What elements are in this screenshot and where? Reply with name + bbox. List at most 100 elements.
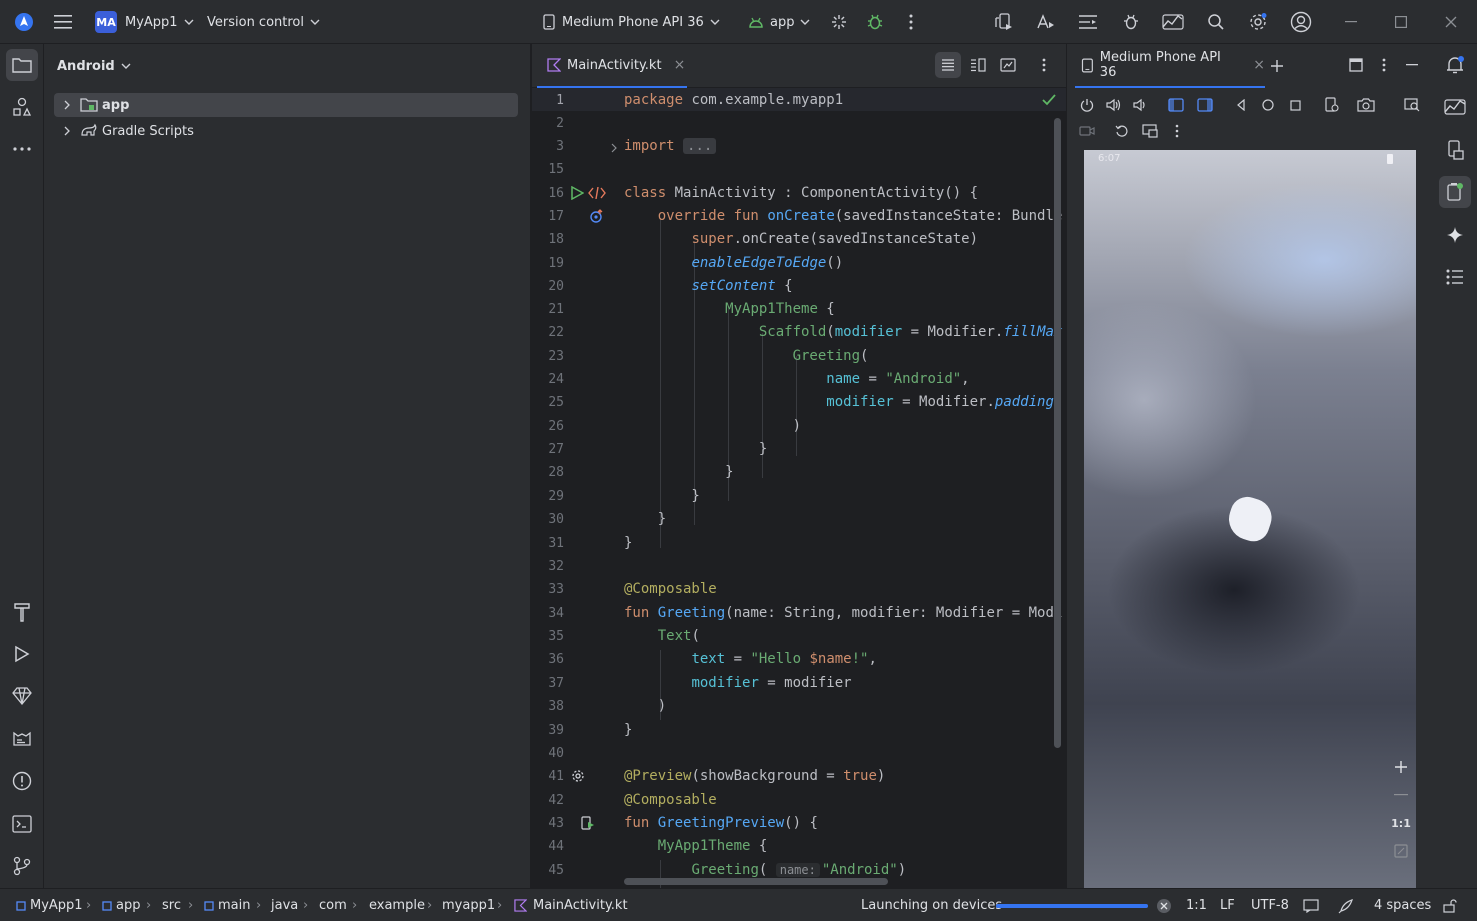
zoom-out-button[interactable] <box>1388 782 1414 808</box>
zoom-fit-button[interactable] <box>1388 838 1414 864</box>
code-editor[interactable]: 1 package com.example.myapp1 2 3 import … <box>532 88 1066 888</box>
rotate-left-button[interactable] <box>1164 93 1188 117</box>
run-gutter-icon[interactable] <box>570 186 584 200</box>
project-view-selector[interactable]: Android <box>57 56 131 76</box>
back-button[interactable] <box>1229 93 1253 117</box>
translate-icon[interactable] <box>1032 8 1060 36</box>
code-view-button[interactable] <box>935 52 961 78</box>
more-vertical-icon[interactable] <box>897 8 925 36</box>
run-config-selector[interactable]: app <box>748 0 810 44</box>
editor-horizontal-scrollbar[interactable] <box>624 878 888 885</box>
rotate-right-button[interactable] <box>1193 93 1217 117</box>
maximize-icon[interactable] <box>1387 8 1415 36</box>
tree-item-app[interactable]: app <box>54 93 518 117</box>
gemini-status-button[interactable] <box>1338 889 1354 921</box>
cancel-task-button[interactable] <box>1156 889 1172 921</box>
project-selector[interactable]: MA MyApp1 <box>95 0 194 44</box>
device-more-button[interactable] <box>1165 119 1189 143</box>
window-layout-button[interactable] <box>1344 53 1368 77</box>
structure-list-button[interactable] <box>1439 261 1471 293</box>
deploy-preview-icon[interactable] <box>581 816 595 830</box>
app-inspection-button[interactable] <box>1439 91 1471 123</box>
split-view-button[interactable] <box>965 52 991 78</box>
app-quality-tool-button[interactable] <box>6 680 38 712</box>
code-tag-icon[interactable] <box>588 187 606 199</box>
more-tools-button[interactable] <box>6 133 38 165</box>
close-tab-icon[interactable]: × <box>674 57 686 73</box>
debug-bug-icon[interactable] <box>861 8 889 36</box>
panel-more-button[interactable] <box>1372 53 1396 77</box>
app-logo[interactable] <box>10 0 38 44</box>
extended-controls-button[interactable] <box>1138 119 1162 143</box>
vcs-selector[interactable]: Version control <box>207 0 320 44</box>
power-button[interactable] <box>1075 93 1099 117</box>
tab-mainactivity[interactable]: MainActivity.kt × <box>537 44 687 88</box>
minimize-icon[interactable] <box>1337 8 1365 36</box>
profiler-icon[interactable] <box>1074 8 1102 36</box>
git-tool-button[interactable] <box>6 850 38 882</box>
project-tool-button[interactable] <box>6 49 38 81</box>
device-manager-icon[interactable] <box>990 8 1018 36</box>
background-task-text[interactable]: Launching on devices <box>861 889 1002 921</box>
tree-item-gradle-scripts[interactable]: Gradle Scripts <box>54 119 518 143</box>
breadcrumb-item[interactable]: java <box>271 889 298 921</box>
build-tool-button[interactable] <box>6 596 38 628</box>
close-icon[interactable] <box>1437 8 1465 36</box>
breadcrumb-item[interactable]: src <box>162 889 181 921</box>
close-tab-icon[interactable]: × <box>1253 57 1265 73</box>
running-devices-button[interactable] <box>1439 176 1471 208</box>
logcat-tool-button[interactable] <box>6 723 38 755</box>
attach-debugger-icon[interactable] <box>1117 8 1145 36</box>
fold-chevron-icon[interactable] <box>610 143 618 153</box>
file-encoding[interactable]: UTF-8 <box>1251 889 1289 921</box>
search-icon[interactable] <box>1202 8 1230 36</box>
add-device-button[interactable] <box>1265 54 1289 78</box>
editor-more-button[interactable] <box>1031 52 1057 78</box>
volume-up-button[interactable] <box>1102 93 1126 117</box>
volume-down-button[interactable] <box>1128 93 1152 117</box>
breadcrumb-item[interactable]: app <box>102 889 140 921</box>
resource-manager-button[interactable] <box>6 91 38 123</box>
settings-icon[interactable] <box>1244 8 1272 36</box>
notifications-button[interactable] <box>1439 49 1471 81</box>
problems-tool-button[interactable] <box>6 765 38 797</box>
device-explorer-button[interactable] <box>1439 134 1471 166</box>
lock-button[interactable] <box>1443 889 1457 921</box>
record-screen-button[interactable] <box>1075 119 1099 143</box>
terminal-tool-button[interactable] <box>6 808 38 840</box>
preview-settings-gear-icon[interactable] <box>571 769 585 783</box>
breadcrumb-item[interactable]: example <box>369 889 425 921</box>
breadcrumb-item[interactable]: main <box>204 889 250 921</box>
breadcrumb-item[interactable]: com <box>319 889 347 921</box>
zoom-actual-size-button[interactable]: 1:1 <box>1388 810 1414 836</box>
account-icon[interactable] <box>1287 8 1315 36</box>
emulator-screen[interactable]: 6:07 <box>1084 150 1416 888</box>
tab-device[interactable]: Medium Phone API 36 × <box>1075 44 1265 88</box>
hamburger-menu-icon[interactable] <box>49 8 77 36</box>
breadcrumb-item[interactable]: MyApp1 <box>16 889 83 921</box>
reader-mode-button[interactable] <box>1303 889 1319 921</box>
device-frame-button[interactable] <box>1320 93 1344 117</box>
hide-panel-button[interactable] <box>1400 53 1424 77</box>
snapshot-button[interactable] <box>1110 119 1134 143</box>
gemini-button[interactable] <box>1439 219 1471 251</box>
app-quality-icon[interactable] <box>1159 8 1187 36</box>
run-tool-button[interactable] <box>6 638 38 670</box>
app-logo-icon[interactable] <box>10 8 38 36</box>
override-marker-icon[interactable] <box>590 209 604 223</box>
home-button[interactable] <box>1256 93 1280 117</box>
overview-button[interactable] <box>1283 93 1307 117</box>
zoom-in-button[interactable] <box>1388 754 1414 780</box>
no-problems-check-icon[interactable] <box>1042 94 1056 106</box>
caret-position[interactable]: 1:1 <box>1186 889 1207 921</box>
chevron-right-icon[interactable] <box>60 126 74 136</box>
breadcrumb-item[interactable]: myapp1 <box>442 889 495 921</box>
mirror-search-button[interactable] <box>1400 93 1424 117</box>
editor-vertical-scrollbar[interactable] <box>1054 118 1061 748</box>
design-view-button[interactable] <box>995 52 1021 78</box>
device-selector[interactable]: Medium Phone API 36 <box>542 0 720 44</box>
screenshot-button[interactable] <box>1354 93 1378 117</box>
line-separator[interactable]: LF <box>1220 889 1235 921</box>
chevron-right-icon[interactable] <box>60 100 74 110</box>
apply-changes-icon[interactable] <box>825 8 853 36</box>
